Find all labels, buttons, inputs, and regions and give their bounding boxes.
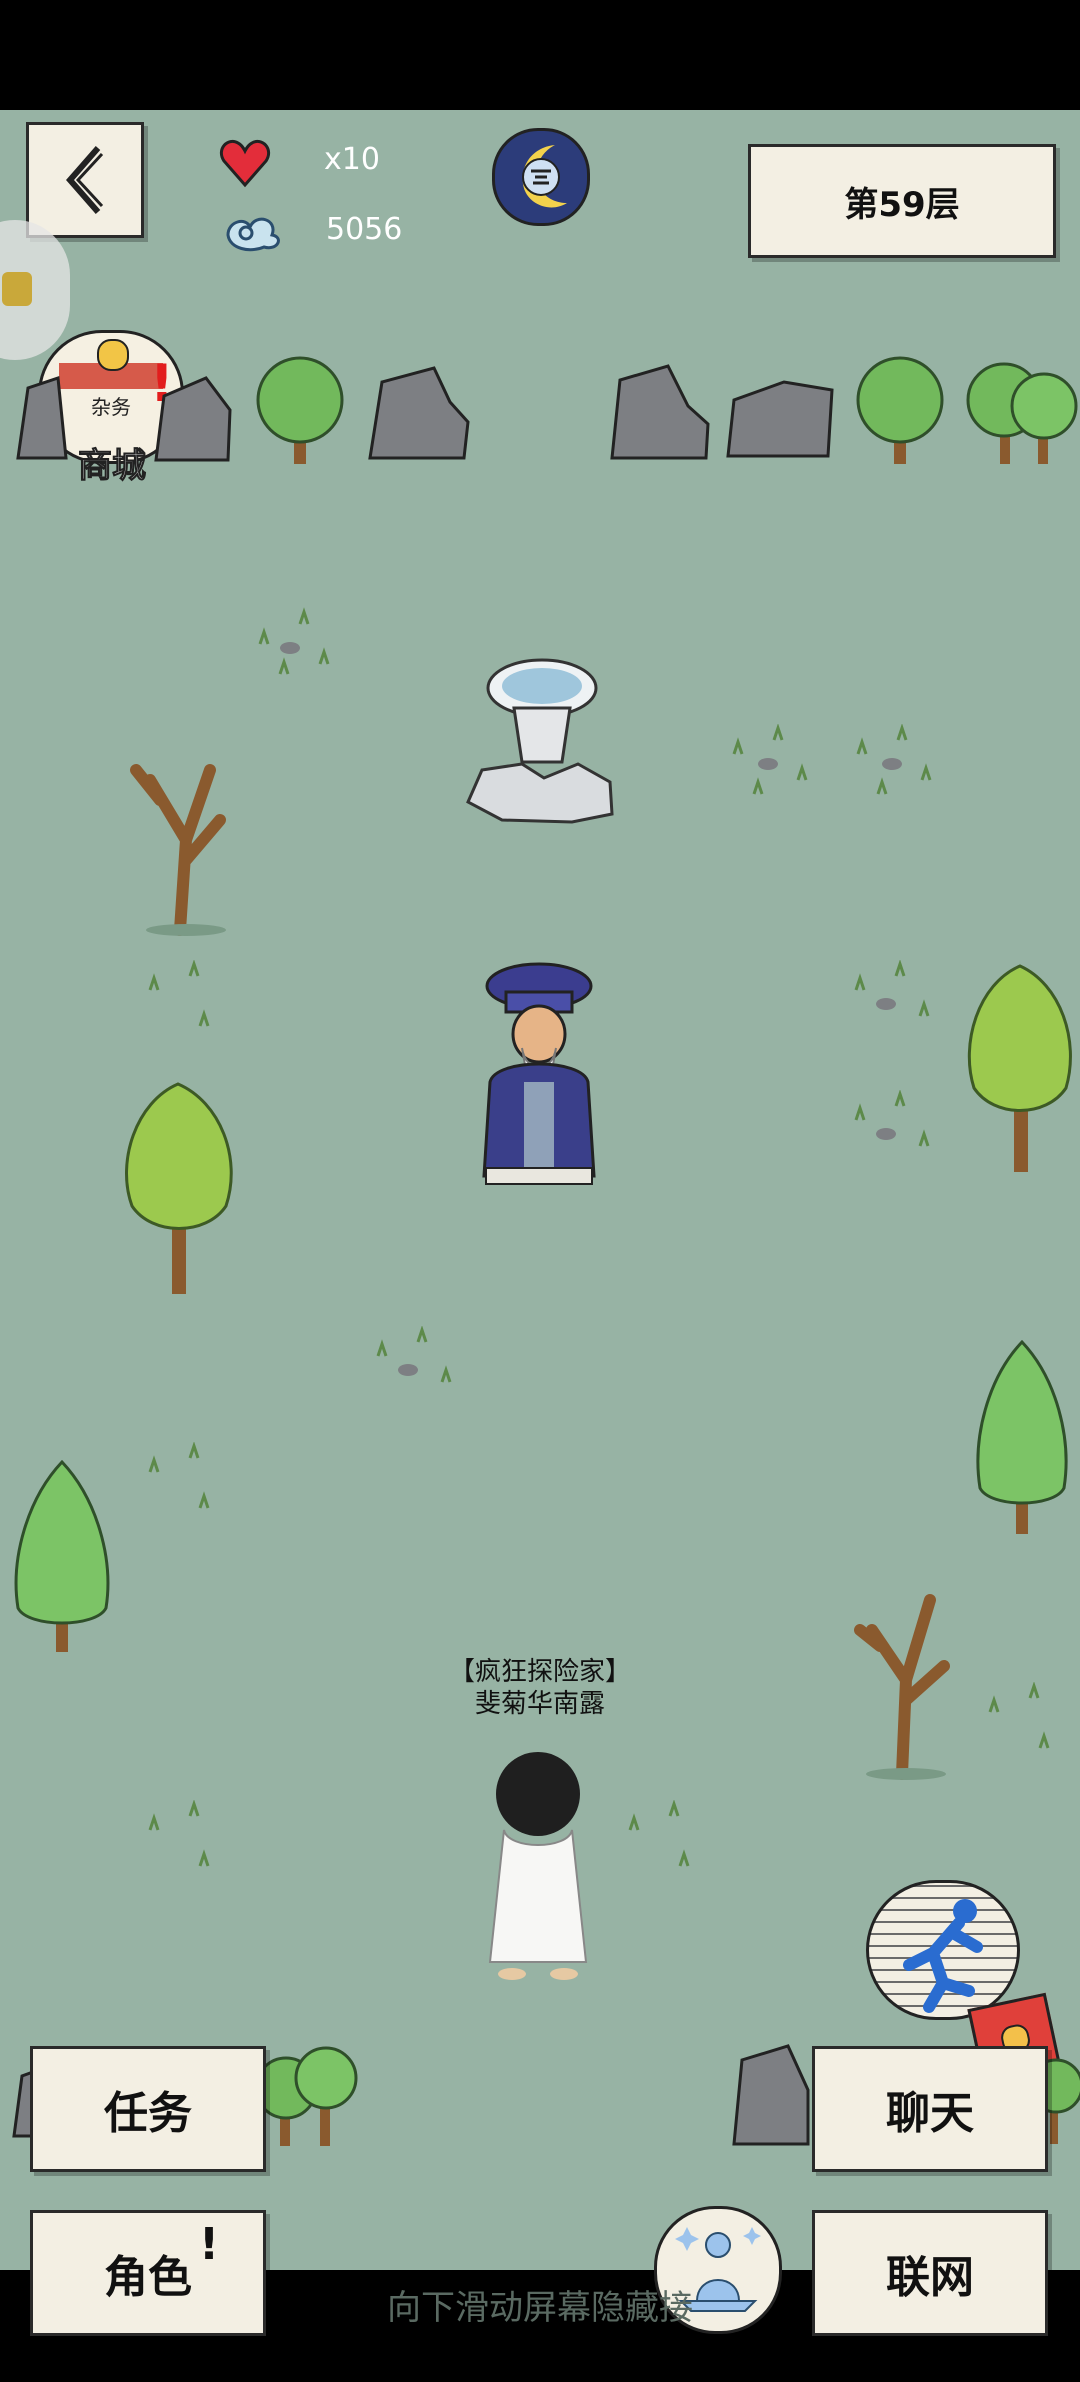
role-alert-badge: ! [199, 2219, 220, 2270]
grass-patch-icon [732, 724, 808, 795]
rock-icon [368, 366, 470, 460]
tasks-button[interactable]: 任务 [30, 2046, 266, 2172]
cypress-tree-icon [14, 1459, 110, 1652]
back-arrow-icon [66, 146, 104, 214]
rock-icon [732, 2044, 810, 2146]
rock-icon [16, 375, 68, 460]
zodiac-moon-badge[interactable] [492, 128, 590, 226]
grass-patch-icon [628, 1800, 690, 1867]
widget-icon [2, 272, 32, 306]
grass-patch-icon [258, 607, 330, 675]
swipe-hint: 向下滑动屏幕隐藏接 [387, 2288, 693, 2328]
grass-patch-icon [148, 1442, 210, 1509]
coins-count: 5056 [326, 212, 403, 247]
bare-tree-icon [130, 764, 226, 936]
cypress-tree-icon [976, 1339, 1068, 1534]
tree-icon [967, 964, 1072, 1172]
running-man-icon [903, 1899, 983, 2013]
grass-patch-icon [854, 960, 930, 1017]
grass-patch-icon [854, 1090, 930, 1147]
old-man-npc[interactable] [466, 962, 612, 1188]
grass-patch-icon [856, 724, 932, 795]
rock-icon [154, 376, 232, 462]
back-button[interactable] [26, 122, 144, 238]
player-character[interactable] [482, 1750, 594, 1982]
sprint-button[interactable] [866, 1880, 1020, 2020]
rock-icon [610, 364, 710, 460]
bare-tree-icon [854, 1594, 950, 1780]
floor-label: 第59层 [844, 184, 960, 225]
floor-indicator: 第59层 [748, 144, 1056, 258]
stone-fountain-icon[interactable] [462, 652, 618, 828]
heart-icon [219, 140, 271, 188]
grass-patch-icon [148, 960, 210, 1027]
grass-patch-icon [988, 1682, 1050, 1749]
chat-label: 聊天 [886, 2088, 974, 2139]
lives-count: x10 [324, 142, 380, 177]
grass-patch-icon [376, 1326, 452, 1383]
status-bar [0, 0, 1080, 110]
tree-icon [254, 2046, 358, 2146]
player-name: 斐菊华南露 [474, 1689, 605, 1719]
tree-icon [966, 362, 1078, 464]
tree-icon [256, 356, 344, 464]
tasks-label: 任务 [104, 2088, 192, 2139]
player-title: 【疯狂探险家】 [448, 1657, 631, 1687]
moon-icon [522, 145, 567, 208]
tree-icon [125, 1082, 233, 1294]
chat-button[interactable]: 聊天 [812, 2046, 1048, 2172]
shop-sign: 杂务 [91, 395, 131, 419]
cloud-currency-icon [226, 217, 280, 252]
shop-coin-icon [97, 339, 129, 371]
grass-patch-icon [148, 1800, 210, 1867]
tree-icon [856, 356, 944, 464]
rock-icon [726, 380, 834, 458]
